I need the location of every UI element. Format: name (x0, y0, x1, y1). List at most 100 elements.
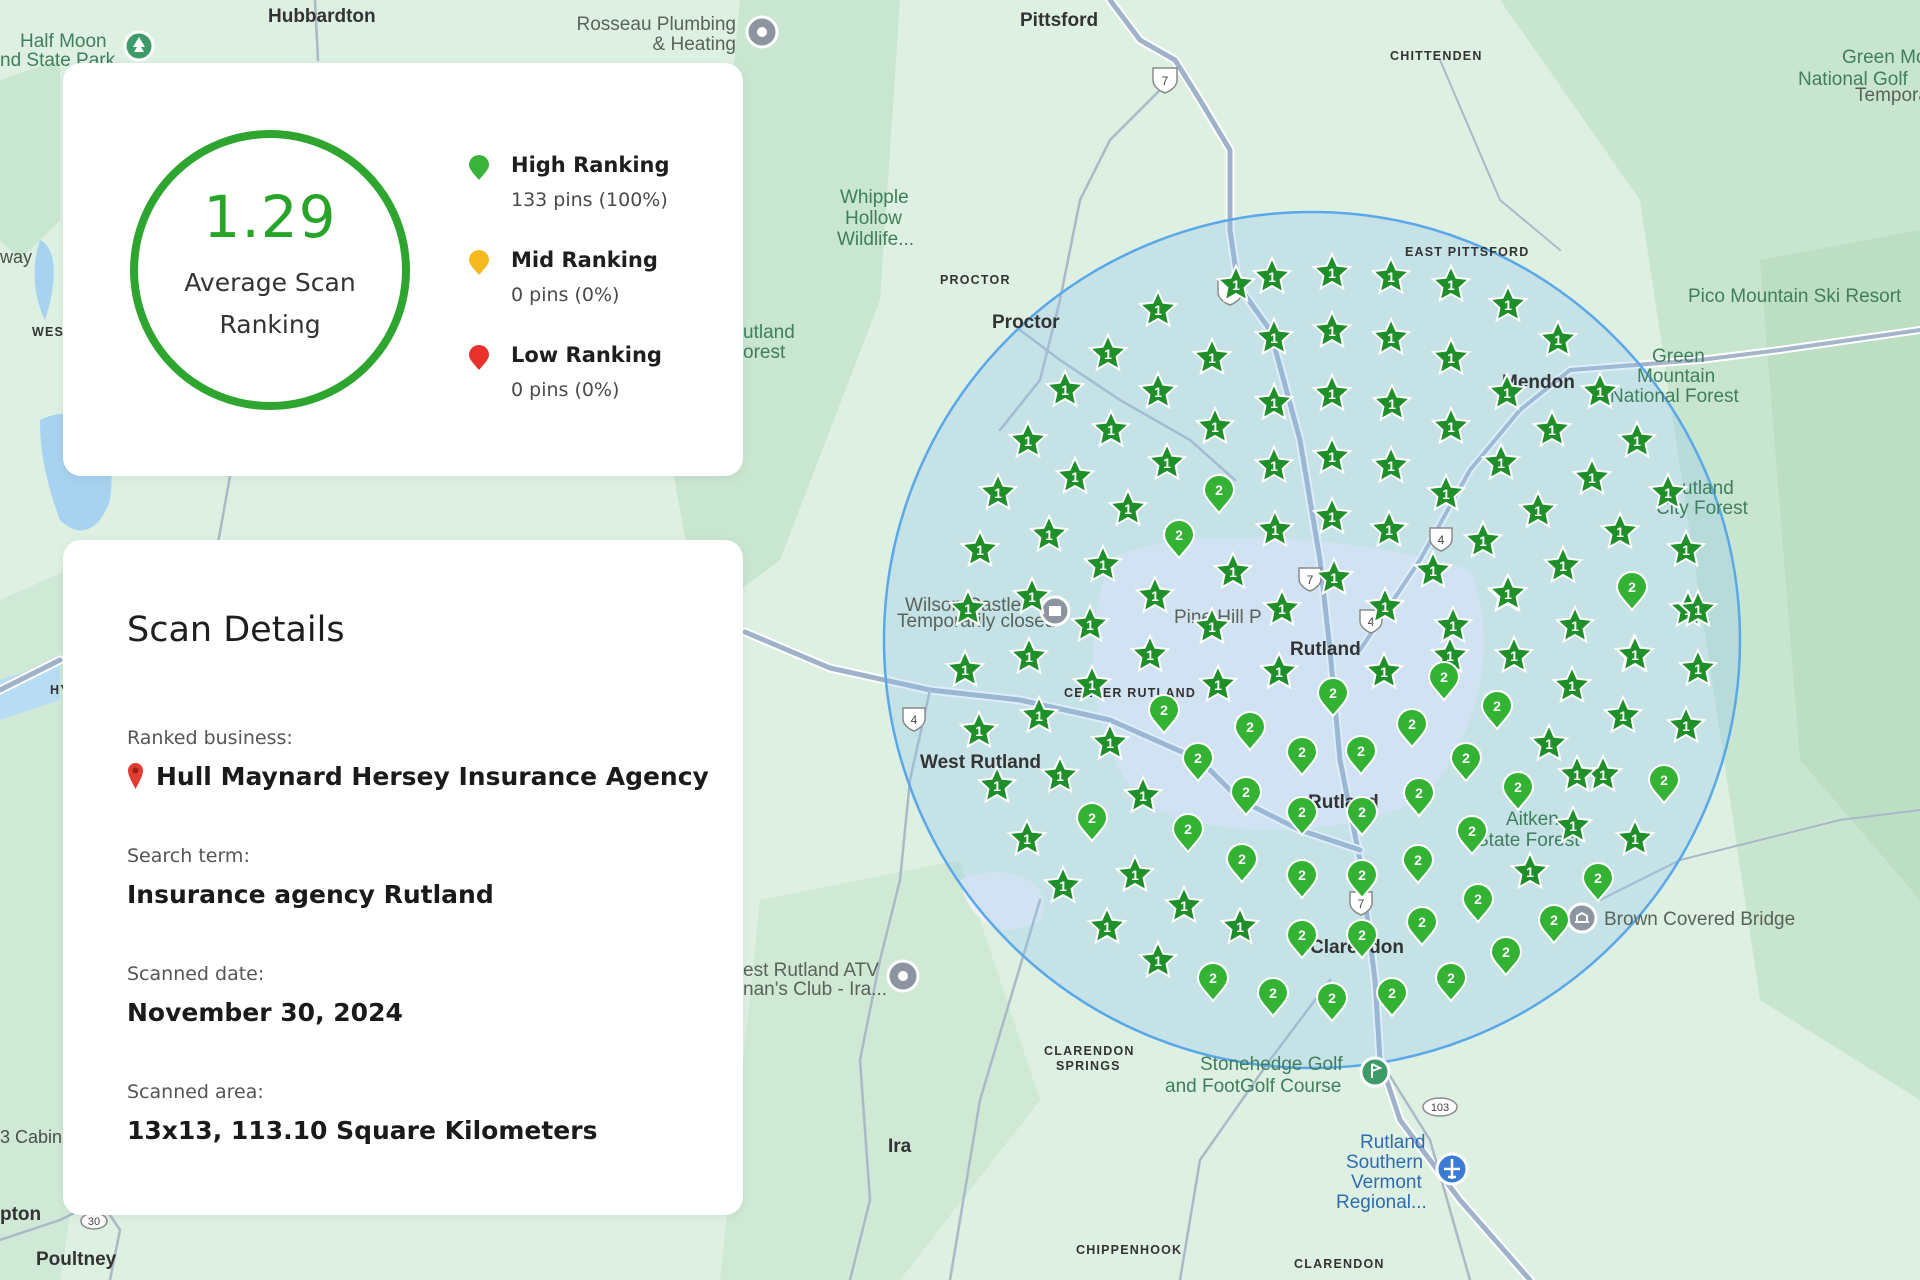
pin-rank-label: 1 (1381, 599, 1389, 615)
pin-rank-label: 1 (1573, 767, 1581, 783)
pin-rank-label: 1 (1588, 470, 1596, 486)
pin-rank-label: 1 (1035, 708, 1043, 724)
pin-rank-label: 2 (1414, 852, 1422, 868)
pin-rank-label: 1 (1107, 422, 1115, 438)
pin-rank-label: 1 (1568, 678, 1576, 694)
pin-rank-label: 1 (1270, 395, 1278, 411)
pin-rank-label: 1 (1599, 767, 1607, 783)
pin-rank-label: 1 (1139, 788, 1147, 804)
pin-rank-label: 1 (1328, 449, 1336, 465)
pin-rank-label: 1 (1061, 382, 1069, 398)
ranked-business-label: Ranked business: (127, 727, 293, 749)
location-icon (886, 959, 920, 993)
label-way: way (0, 247, 32, 267)
label-proctor: Proctor (992, 312, 1060, 333)
pin-rank-label: 1 (1056, 768, 1064, 784)
pin-rank-label: 1 (1447, 277, 1455, 293)
svg-text:7: 7 (1307, 573, 1314, 587)
pin-rank-label: 1 (1229, 564, 1237, 580)
pin-rank-label: 2 (1358, 927, 1366, 943)
pin-rank-label: 1 (1387, 330, 1395, 346)
pin-rank-label: 1 (1151, 588, 1159, 604)
label-pton: pton (0, 1204, 41, 1225)
label-gmnf-1: Green (1652, 346, 1705, 367)
label-atv-2: nan's Club - Ira... (743, 979, 887, 1000)
average-score-ring: 1.29 Average Scan Ranking (130, 130, 410, 410)
pin-rank-label: 2 (1298, 744, 1306, 760)
mid-ranking-pin-icon (469, 250, 489, 275)
route-103-shield: 103 (1422, 1097, 1458, 1117)
label-clarendon-springs-2: SPRINGS (1056, 1059, 1121, 1073)
pin-rank-label: 1 (1163, 455, 1171, 471)
label-pico: Pico Mountain Ski Resort (1688, 286, 1902, 307)
label-brown-bridge: Brown Covered Bridge (1604, 909, 1795, 930)
label-clarendon-springs-1: CLARENDON (1044, 1044, 1135, 1058)
scan-details-title: Scan Details (127, 610, 345, 650)
ranked-business-value: Hull Maynard Hersey Insurance Agency (156, 762, 709, 791)
pin-rank-label: 1 (1619, 708, 1627, 724)
pin-rank-label: 1 (1631, 647, 1639, 663)
pin-rank-label: 2 (1269, 985, 1277, 1001)
legend-low-title: Low Ranking (511, 343, 662, 367)
label-proctor-caps: PROCTOR (940, 273, 1011, 287)
legend-high-ranking: High Ranking 133 pins (100%) (468, 153, 728, 223)
legend-mid-count: 0 pins (0%) (511, 284, 620, 306)
pin-rank-label: 1 (1447, 419, 1455, 435)
search-term-value: Insurance agency Rutland (127, 880, 494, 909)
label-airport-4: Regional... (1336, 1192, 1427, 1213)
pin-rank-label: 1 (1131, 867, 1139, 883)
golf-icon (1359, 1056, 1391, 1088)
pin-rank-label: 1 (1124, 501, 1132, 517)
pin-rank-label: 1 (1328, 386, 1336, 402)
svg-text:30: 30 (88, 1216, 100, 1228)
pin-rank-label: 1 (1208, 619, 1216, 635)
label-aitken-1: Aitken (1506, 809, 1559, 830)
low-ranking-pin-icon (469, 345, 489, 370)
label-rosseau-heating: & Heating (653, 34, 736, 55)
pin-rank-label: 1 (1633, 433, 1641, 449)
label-airport-2: Southern (1346, 1152, 1423, 1173)
pin-rank-label: 2 (1298, 927, 1306, 943)
pin-rank-label: 1 (1023, 831, 1031, 847)
label-rutland-city: Rutland (1290, 639, 1361, 660)
pin-rank-label: 2 (1660, 772, 1668, 788)
scanned-date-label: Scanned date: (127, 963, 265, 985)
location-icon (745, 15, 779, 49)
label-city-forest-1: utland (1682, 478, 1734, 499)
pin-rank-label: 1 (1236, 919, 1244, 935)
pin-rank-label: 1 (1569, 818, 1577, 834)
pin-rank-label: 1 (1497, 455, 1505, 471)
route-30-shield: 30 (80, 1212, 108, 1230)
pin-rank-label: 2 (1215, 482, 1223, 498)
pin-rank-label: 1 (1596, 384, 1604, 400)
label-whipple-3: Wildlife... (837, 229, 914, 250)
pin-rank-label: 1 (1682, 718, 1690, 734)
label-rutland-forest-1: utland (743, 322, 795, 343)
pin-rank-label: 2 (1462, 750, 1470, 766)
pin-rank-label: 2 (1242, 784, 1250, 800)
label-cabin: 3 Cabin (0, 1127, 62, 1147)
pin-rank-label: 1 (1510, 648, 1518, 664)
pin-rank-label: 1 (1387, 458, 1395, 474)
legend-high-count: 133 pins (100%) (511, 189, 668, 211)
pin-rank-label: 1 (994, 485, 1002, 501)
legend-high-title: High Ranking (511, 153, 670, 177)
average-score-caption: Average Scan Ranking (184, 268, 356, 339)
pin-rank-label: 1 (1388, 396, 1396, 412)
svg-text:7: 7 (1162, 74, 1169, 88)
park-icon (123, 30, 155, 62)
pin-rank-label: 1 (1045, 527, 1053, 543)
pin-rank-label: 1 (1380, 664, 1388, 680)
label-rosseau-plumbing: Rosseau Plumbing (577, 14, 736, 35)
pin-rank-label: 2 (1298, 804, 1306, 820)
pin-rank-label: 2 (1194, 750, 1202, 766)
pin-rank-label: 1 (975, 723, 983, 739)
pin-rank-label: 1 (1180, 898, 1188, 914)
label-stonehedge-2: and FootGolf Course (1165, 1076, 1341, 1097)
pin-rank-label: 1 (1328, 509, 1336, 525)
pin-rank-label: 1 (1071, 469, 1079, 485)
scanned-date-value: November 30, 2024 (127, 998, 403, 1027)
ranking-summary-card: 1.29 Average Scan Ranking High Ranking 1… (63, 63, 743, 476)
label-wes: WES (32, 325, 64, 339)
label-whipple-2: Hollow (845, 208, 902, 229)
